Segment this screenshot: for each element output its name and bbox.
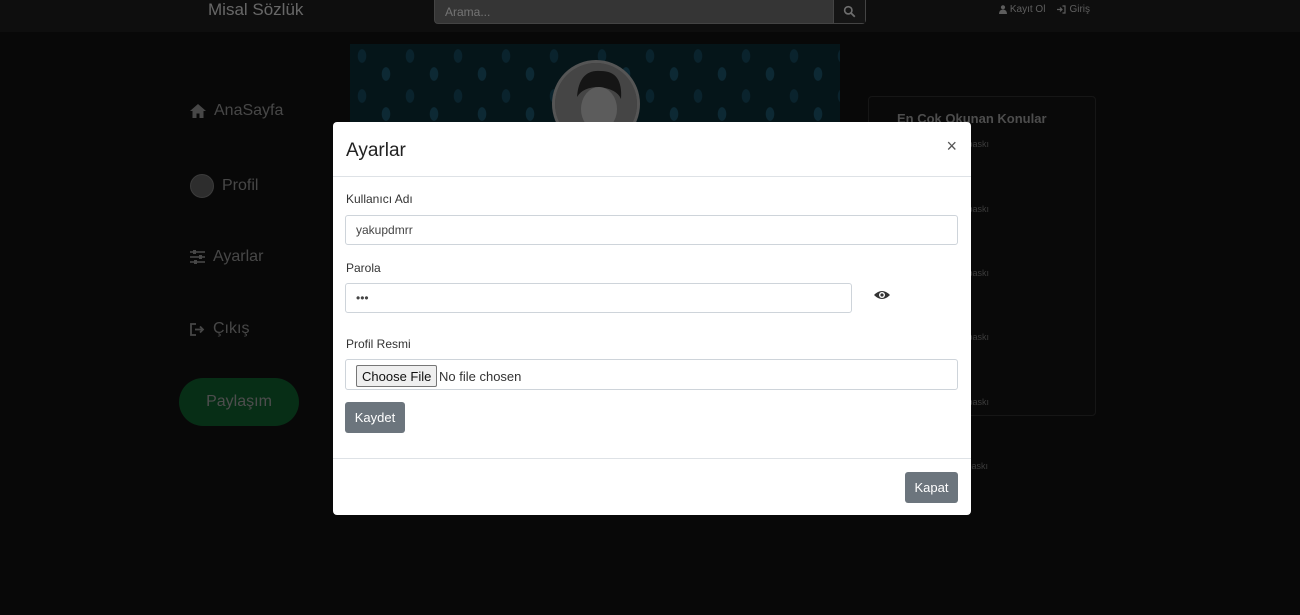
- settings-modal: Ayarlar × Kullanıcı Adı Parola Profil Re…: [333, 122, 971, 515]
- eye-icon[interactable]: [874, 288, 890, 302]
- modal-header: Ayarlar ×: [333, 122, 971, 177]
- close-icon[interactable]: ×: [946, 137, 957, 155]
- password-field[interactable]: [345, 283, 852, 313]
- profile-image-input: Choose File No file chosen: [345, 359, 958, 390]
- save-button[interactable]: Kaydet: [345, 402, 405, 433]
- password-label: Parola: [346, 261, 381, 275]
- modal-divider: [333, 458, 971, 459]
- profile-image-label: Profil Resmi: [346, 337, 411, 351]
- username-field[interactable]: [345, 215, 958, 245]
- username-label: Kullanıcı Adı: [346, 192, 413, 206]
- file-status: No file chosen: [439, 369, 522, 384]
- close-button[interactable]: Kapat: [905, 472, 958, 503]
- modal-title: Ayarlar: [346, 140, 406, 161]
- choose-file-button[interactable]: Choose File: [356, 365, 438, 387]
